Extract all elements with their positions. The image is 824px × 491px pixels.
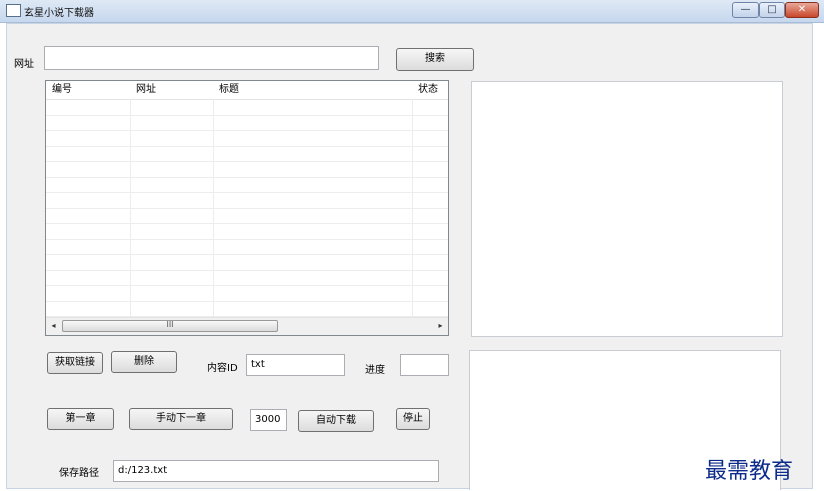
table-row-line bbox=[46, 192, 448, 193]
delete-button[interactable]: 删除 bbox=[111, 351, 177, 373]
table-row-line bbox=[46, 269, 448, 271]
table-row-line bbox=[46, 207, 448, 209]
table-row-line bbox=[46, 114, 448, 116]
content-id-label: 内容ID bbox=[207, 363, 238, 374]
table-header: 编号 网址 标题 状态 bbox=[46, 81, 448, 100]
scrollbar-thumb[interactable]: III bbox=[62, 320, 278, 332]
table-row-line bbox=[46, 130, 448, 131]
search-button[interactable]: 搜索 bbox=[396, 48, 474, 71]
scroll-left-arrow-icon[interactable]: ◂ bbox=[46, 319, 61, 333]
close-button[interactable]: ✕ bbox=[785, 2, 819, 18]
window-title: 玄星小说下载器 bbox=[24, 8, 94, 19]
interval-input[interactable]: 3000 bbox=[250, 409, 287, 431]
auto-download-button[interactable]: 自动下载 bbox=[298, 410, 374, 432]
url-label: 网址 bbox=[14, 59, 34, 70]
first-chapter-button[interactable]: 第一章 bbox=[47, 408, 114, 430]
get-links-button[interactable]: 获取链接 bbox=[47, 352, 103, 374]
table-column-line bbox=[213, 99, 214, 317]
title-bar: 玄星小说下载器 — □ ✕ bbox=[0, 0, 824, 23]
stop-button[interactable]: 停止 bbox=[396, 408, 430, 430]
main-form: 网址 搜索 编号 网址 标题 状态 ◂ III ▸ 获取链接 删除 内容ID t… bbox=[6, 23, 813, 490]
column-header-url[interactable]: 网址 bbox=[130, 81, 213, 99]
column-header-status[interactable]: 状态 bbox=[412, 81, 448, 99]
scroll-right-arrow-icon[interactable]: ▸ bbox=[433, 319, 448, 333]
content-id-input[interactable]: txt bbox=[246, 354, 345, 376]
table-row-line bbox=[46, 161, 448, 162]
table-row-line bbox=[46, 223, 448, 224]
app-icon bbox=[6, 4, 21, 17]
progress-field bbox=[400, 354, 449, 376]
table-column-line bbox=[130, 99, 131, 317]
table-row-line bbox=[46, 254, 448, 255]
chapter-table[interactable]: 编号 网址 标题 状态 ◂ III ▸ bbox=[45, 80, 449, 336]
url-input[interactable] bbox=[44, 46, 379, 70]
save-path-label: 保存路径 bbox=[59, 468, 99, 479]
table-row-line bbox=[46, 238, 448, 240]
save-path-input[interactable]: d:/123.txt bbox=[113, 460, 439, 482]
maximize-button[interactable]: □ bbox=[759, 2, 785, 18]
table-row-line bbox=[46, 300, 448, 302]
progress-label: 进度 bbox=[365, 365, 385, 376]
watermark-text: 最需教育 bbox=[705, 459, 794, 484]
minimize-button[interactable]: — bbox=[732, 2, 759, 18]
table-row-line bbox=[46, 285, 448, 286]
manual-next-chapter-button[interactable]: 手动下一章 bbox=[129, 408, 233, 430]
preview-panel[interactable] bbox=[471, 81, 783, 337]
horizontal-scrollbar[interactable]: ◂ III ▸ bbox=[46, 317, 448, 335]
column-header-id[interactable]: 编号 bbox=[46, 81, 130, 99]
table-row-line bbox=[46, 176, 448, 178]
table-column-line bbox=[412, 99, 413, 317]
table-row-line bbox=[46, 145, 448, 147]
column-header-title[interactable]: 标题 bbox=[213, 81, 412, 99]
